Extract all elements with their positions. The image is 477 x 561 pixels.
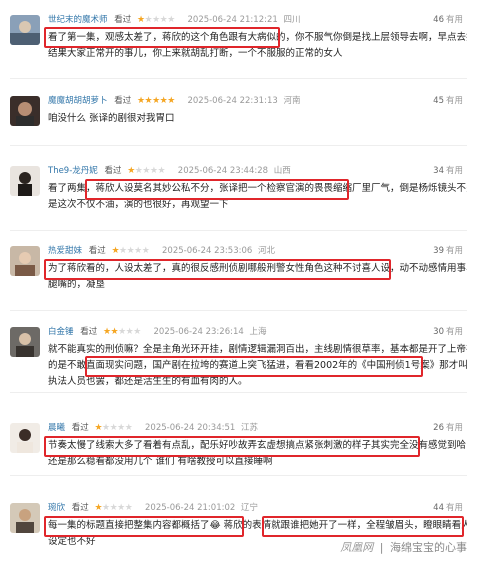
username-link[interactable]: 晨曦 (48, 423, 65, 433)
user-avatar[interactable] (10, 96, 40, 126)
user-avatar[interactable] (10, 166, 40, 196)
star-rating: ★★★★★ (136, 15, 175, 25)
location: 江苏 (240, 423, 258, 433)
watermark-account: 海绵宝宝的心事 (390, 541, 467, 554)
review-text: 咱没什么 张译的剧很对我胃口 (48, 113, 175, 124)
timestamp: 2025-06-24 23:53:06 (162, 246, 253, 256)
location: 上海 (249, 327, 267, 337)
divider (10, 230, 467, 231)
watch-status: 看过 (88, 246, 106, 256)
timestamp: 2025-06-24 21:01:02 (145, 503, 236, 513)
username-link[interactable]: 热爱甜妹 (48, 246, 82, 256)
helpful-vote-button[interactable]: 26 有用 (433, 420, 463, 436)
username-link[interactable]: 世纪末的魔术师 (48, 15, 108, 25)
timestamp: 2025-06-24 20:34:51 (145, 423, 236, 433)
username-link[interactable]: The9-龙丹妮 (48, 166, 98, 176)
location: 辽宁 (240, 503, 258, 513)
helpful-vote-button[interactable]: 46 有用 (433, 12, 463, 28)
star-rating: ★★★★★ (94, 503, 133, 513)
helpful-vote-button[interactable]: 34 有用 (433, 163, 463, 179)
star-rating: ★★★★★ (136, 96, 175, 106)
location: 河南 (283, 96, 301, 106)
helpful-vote-button[interactable]: 44 有用 (433, 500, 463, 516)
user-avatar[interactable] (10, 15, 40, 45)
review-text: 就不能真实的刑侦嘛？全是主角光环开挂，剧情逻辑漏洞百出，主线剧情很草率，基本都是… (48, 344, 467, 387)
user-avatar[interactable] (10, 423, 40, 453)
location: 河北 (257, 246, 275, 256)
review-text: 看了两集，蒋欣人设莫名其妙公私不分，张译把一个检察官演的畏畏缩缩厂里厂气，倒是杨… (48, 183, 467, 210)
divider (10, 310, 467, 311)
watch-status: 看过 (104, 166, 122, 176)
divider (10, 78, 467, 79)
watch-status: 看过 (71, 423, 89, 433)
user-avatar[interactable] (10, 246, 40, 276)
watch-status: 看过 (80, 327, 98, 337)
location: 四川 (283, 15, 301, 25)
timestamp: 2025-06-24 21:12:21 (187, 15, 278, 25)
timestamp: 2025-06-24 23:44:28 (177, 166, 269, 176)
divider (10, 392, 467, 393)
username-link[interactable]: 白金锤 (48, 327, 74, 337)
watermark: 凤凰网 | 海绵宝宝的心事 (340, 539, 467, 555)
review-text: 节奏太慢了线索大多了看着有点乱，配乐好吵故弄玄虚想搞点紧张刺激的样子其实完全没有… (48, 440, 467, 467)
location: 山西 (273, 166, 291, 176)
watermark-divider: | (379, 541, 384, 554)
divider (10, 475, 467, 476)
helpful-vote-button[interactable]: 30 有用 (433, 324, 463, 340)
watermark-brand: 凤凰网 (340, 541, 374, 554)
watch-status: 看过 (114, 15, 132, 25)
star-rating: ★★★★★ (102, 327, 141, 337)
timestamp: 2025-06-24 23:26:14 (153, 327, 244, 337)
helpful-vote-button[interactable]: 39 有用 (433, 243, 463, 259)
watch-status: 看过 (71, 503, 89, 513)
helpful-vote-button[interactable]: 45 有用 (433, 93, 463, 109)
username-link[interactable]: 琬欣 (48, 503, 65, 513)
divider (10, 145, 467, 146)
user-avatar[interactable] (10, 503, 40, 533)
timestamp: 2025-06-24 22:31:13 (187, 96, 278, 106)
star-rating: ★★★★★ (111, 246, 150, 256)
review-text: 看了第一集，观感太差了，蒋欣的这个角色跟有大病似的，你不服气你倒是找上层领导去啊… (48, 32, 467, 59)
user-avatar[interactable] (10, 327, 40, 357)
star-rating: ★★★★★ (94, 423, 133, 433)
review-text: 为了蒋欣看的，人设太差了，真的很反感刑侦剧哪般刑警女性角色这种不讨喜人设，动不动… (48, 263, 467, 290)
watch-status: 看过 (114, 96, 132, 106)
username-link[interactable]: 魔魔胡胡胡萝卜 (48, 96, 108, 106)
star-rating: ★★★★★ (127, 166, 166, 176)
